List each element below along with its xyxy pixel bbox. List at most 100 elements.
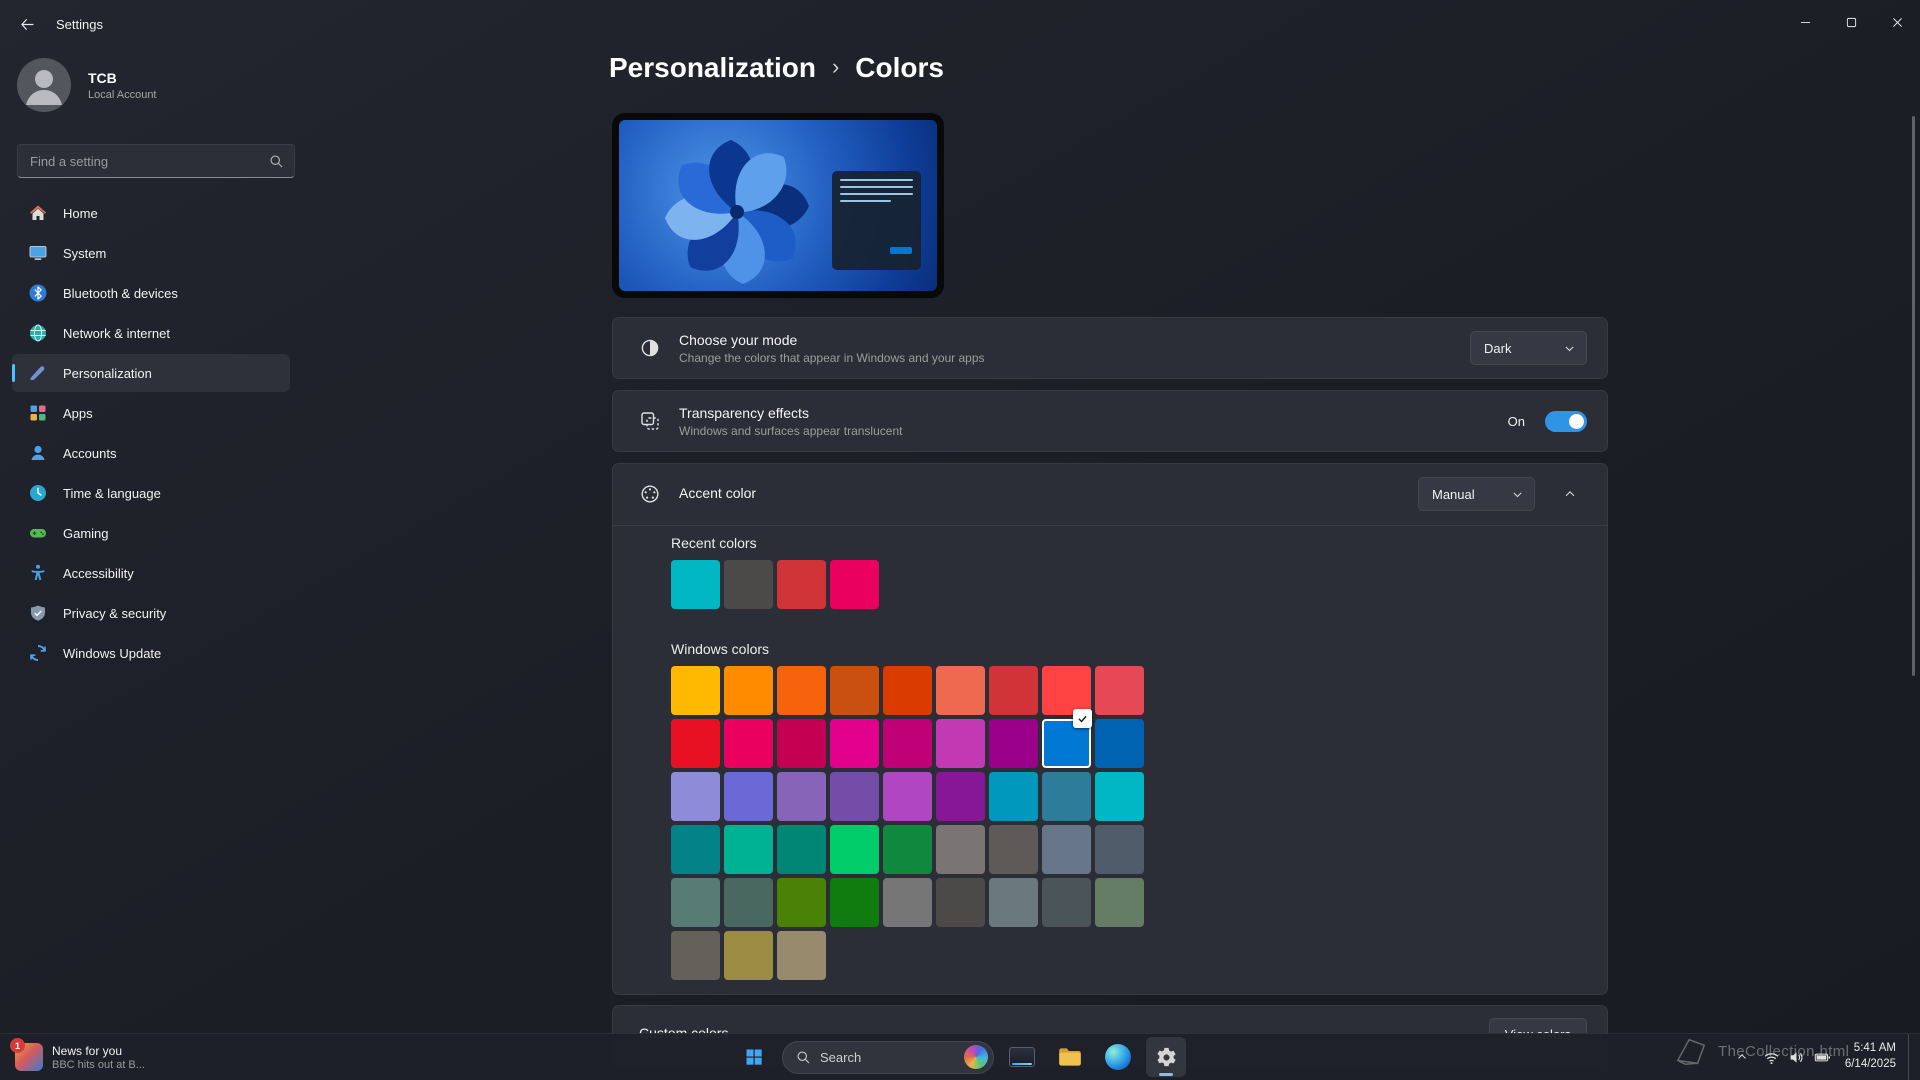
windows-color-swatch[interactable] <box>724 772 773 821</box>
accessibility-icon <box>28 563 48 583</box>
sidebar-item-accounts[interactable]: Accounts <box>12 434 290 472</box>
sidebar-item-apps[interactable]: Apps <box>12 394 290 432</box>
sidebar: TCB Local Account HomeSystemBluetooth & … <box>0 48 300 1033</box>
windows-color-swatch[interactable] <box>1042 825 1091 874</box>
show-desktop-button[interactable] <box>1908 1034 1912 1080</box>
windows-color-swatch[interactable] <box>883 666 932 715</box>
windows-color-swatch-selected[interactable] <box>1042 719 1091 768</box>
windows-color-swatch[interactable] <box>830 878 879 927</box>
widgets-button[interactable]: 1 News for you BBC hits out at B... <box>6 1037 154 1077</box>
windows-color-swatch[interactable] <box>1095 878 1144 927</box>
windows-color-swatch[interactable] <box>989 825 1038 874</box>
windows-color-swatch[interactable] <box>777 931 826 980</box>
windows-color-swatch[interactable] <box>1095 825 1144 874</box>
windows-color-swatch[interactable] <box>989 666 1038 715</box>
recent-color-swatch[interactable] <box>777 560 826 609</box>
recent-color-swatch[interactable] <box>724 560 773 609</box>
widget-headline: BBC hits out at B... <box>52 1059 145 1071</box>
windows-color-swatch[interactable] <box>989 719 1038 768</box>
windows-color-swatch[interactable] <box>777 666 826 715</box>
windows-color-swatch[interactable] <box>724 931 773 980</box>
theme-preview <box>612 113 944 298</box>
windows-color-swatch[interactable] <box>1042 878 1091 927</box>
windows-color-swatch[interactable] <box>989 772 1038 821</box>
desktop: { "window": { "title": "Settings" }, "pr… <box>0 0 1920 1080</box>
windows-color-swatch[interactable] <box>724 666 773 715</box>
file-explorer-button[interactable] <box>1050 1037 1090 1077</box>
windows-color-swatch[interactable] <box>724 825 773 874</box>
bluetooth-icon <box>28 283 48 303</box>
windows-color-swatch[interactable] <box>936 666 985 715</box>
windows-color-swatch[interactable] <box>671 878 720 927</box>
windows-color-swatch[interactable] <box>671 666 720 715</box>
sidebar-item-gaming[interactable]: Gaming <box>12 514 290 552</box>
breadcrumb-parent[interactable]: Personalization <box>609 52 816 84</box>
recent-color-swatch[interactable] <box>830 560 879 609</box>
search-input[interactable] <box>30 154 269 169</box>
hidden-icons-button[interactable] <box>1730 1039 1754 1075</box>
windows-color-swatch[interactable] <box>671 719 720 768</box>
sidebar-item-system[interactable]: System <box>12 234 290 272</box>
clock[interactable]: 5:41 AM 6/14/2025 <box>1841 1041 1900 1072</box>
sidebar-item-personalization[interactable]: Personalization <box>12 354 290 392</box>
settings-taskbar-button[interactable] <box>1146 1037 1186 1077</box>
windows-color-swatch[interactable] <box>936 719 985 768</box>
windows-color-swatch[interactable] <box>1042 666 1091 715</box>
windows-color-swatch[interactable] <box>883 772 932 821</box>
windows-color-swatch[interactable] <box>1095 719 1144 768</box>
windows-color-swatch[interactable] <box>777 772 826 821</box>
sidebar-item-home[interactable]: Home <box>12 194 290 232</box>
clock-date: 6/14/2025 <box>1845 1057 1896 1073</box>
windows-color-swatch[interactable] <box>989 878 1038 927</box>
sidebar-item-bluetooth[interactable]: Bluetooth & devices <box>12 274 290 312</box>
task-view-button[interactable] <box>1002 1037 1042 1077</box>
search-icon <box>796 1050 811 1065</box>
windows-color-swatch[interactable] <box>830 772 879 821</box>
windows-color-swatch[interactable] <box>936 772 985 821</box>
scrollbar-thumb[interactable] <box>1912 116 1915 676</box>
windows-color-swatch[interactable] <box>830 666 879 715</box>
windows-color-swatch[interactable] <box>777 719 826 768</box>
windows-color-swatch[interactable] <box>671 772 720 821</box>
toggle-knob <box>1569 414 1584 429</box>
windows-color-swatch[interactable] <box>883 878 932 927</box>
windows-color-swatch[interactable] <box>1095 666 1144 715</box>
windows-color-swatch[interactable] <box>1042 772 1091 821</box>
windows-color-swatch[interactable] <box>671 931 720 980</box>
windows-color-swatch[interactable] <box>777 825 826 874</box>
windows-color-swatch[interactable] <box>777 878 826 927</box>
edge-button[interactable] <box>1098 1037 1138 1077</box>
mode-dropdown[interactable]: Dark <box>1470 331 1587 365</box>
start-button[interactable] <box>734 1037 774 1077</box>
windows-color-swatch[interactable] <box>936 878 985 927</box>
transparency-toggle[interactable] <box>1545 411 1587 432</box>
recent-color-swatch[interactable] <box>671 560 720 609</box>
accent-mode-dropdown[interactable]: Manual <box>1418 477 1535 511</box>
sidebar-item-time[interactable]: Time & language <box>12 474 290 512</box>
sidebar-item-accessibility[interactable]: Accessibility <box>12 554 290 592</box>
sidebar-item-privacy[interactable]: Privacy & security <box>12 594 290 632</box>
network-volume-battery-button[interactable] <box>1758 1039 1837 1075</box>
sidebar-item-network[interactable]: Network & internet <box>12 314 290 352</box>
windows-color-swatch[interactable] <box>1095 772 1144 821</box>
windows-color-swatch[interactable] <box>830 825 879 874</box>
minimize-icon <box>1800 17 1811 28</box>
minimize-button[interactable] <box>1782 0 1828 44</box>
windows-color-swatch[interactable] <box>830 719 879 768</box>
close-button[interactable] <box>1874 0 1920 44</box>
sidebar-item-update[interactable]: Windows Update <box>12 634 290 672</box>
accent-collapse-button[interactable] <box>1553 477 1587 511</box>
windows-color-swatch[interactable] <box>671 825 720 874</box>
color-mode-icon <box>639 337 661 359</box>
windows-color-swatch[interactable] <box>724 719 773 768</box>
windows-color-swatch[interactable] <box>936 825 985 874</box>
settings-search[interactable] <box>17 144 295 178</box>
back-button[interactable] <box>10 7 44 41</box>
windows-color-swatch[interactable] <box>724 878 773 927</box>
windows-color-swatch[interactable] <box>883 825 932 874</box>
windows-color-swatch[interactable] <box>883 719 932 768</box>
taskbar-search[interactable]: Search <box>782 1041 994 1074</box>
maximize-button[interactable] <box>1828 0 1874 44</box>
sidebar-item-label: Time & language <box>63 486 161 501</box>
profile-card[interactable]: TCB Local Account <box>17 58 157 112</box>
